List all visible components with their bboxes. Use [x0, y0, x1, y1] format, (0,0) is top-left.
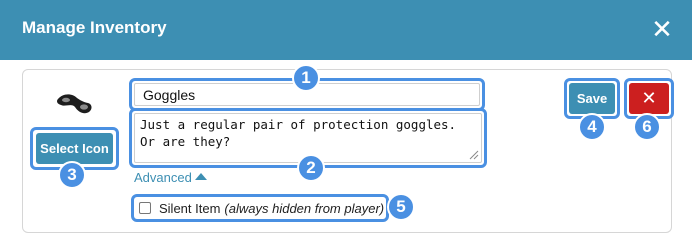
dialog-title: Manage Inventory [22, 18, 167, 37]
dialog-header: Manage Inventory ✕ [0, 0, 692, 60]
select-icon-button[interactable]: Select Icon [36, 133, 113, 164]
description-line: Just a regular pair of protection goggle… [140, 117, 457, 132]
close-icon[interactable]: ✕ [651, 16, 673, 42]
description-line: Or are they? [140, 134, 231, 149]
silent-item-label: Silent Item [159, 200, 221, 216]
callout-badge: 1 [292, 64, 320, 92]
callout-badge: 3 [58, 161, 86, 189]
callout-badge: 6 [633, 113, 661, 141]
callout-badge: 5 [387, 193, 415, 221]
delete-button[interactable]: ✕ [629, 83, 669, 114]
goggles-icon [57, 94, 92, 114]
save-button[interactable]: Save [569, 83, 615, 114]
advanced-toggle[interactable]: Advanced [134, 170, 192, 185]
silent-item-note: (always hidden from player) [224, 200, 385, 216]
silent-item-checkbox[interactable] [139, 202, 151, 214]
x-icon: ✕ [641, 88, 657, 108]
caret-up-icon[interactable] [195, 173, 207, 180]
resize-handle-icon[interactable] [469, 150, 479, 160]
callout-badge: 4 [578, 113, 606, 141]
silent-item-option[interactable]: Silent Item (always hidden from player) [134, 196, 386, 220]
callout-badge: 2 [297, 154, 325, 182]
